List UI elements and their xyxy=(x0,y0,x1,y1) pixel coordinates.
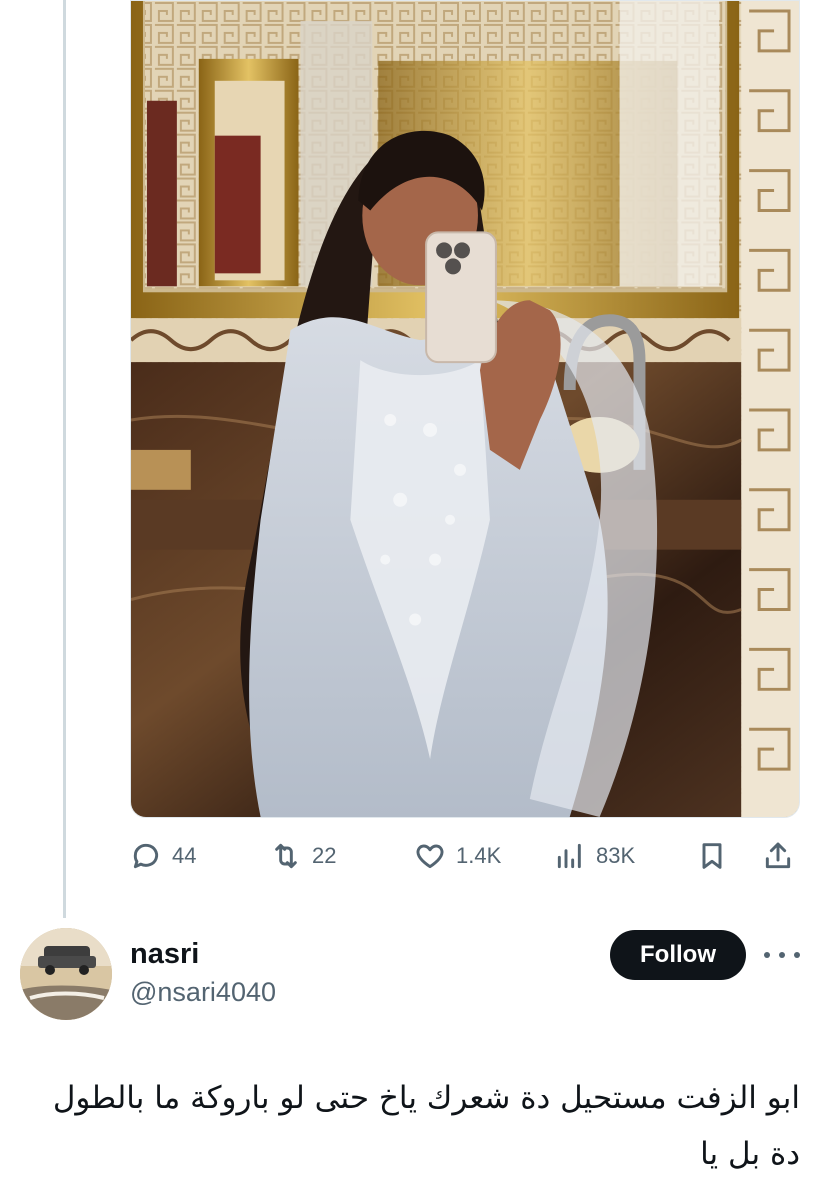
reply-header: nasri @nsari4040 Follow xyxy=(0,920,820,1030)
heart-icon xyxy=(416,844,444,869)
repost-button[interactable]: 22 xyxy=(270,836,336,876)
tweet-action-bar: 44 22 1.4K 83K xyxy=(130,836,800,876)
more-dot xyxy=(764,952,770,958)
selfie-photo-illustration xyxy=(131,1,799,817)
more-dot xyxy=(794,952,800,958)
tweet-photo[interactable] xyxy=(130,0,800,818)
reply-text: ابو الزفت مستحيل دة شعرك ياخ حتى لو بارو… xyxy=(52,1080,800,1172)
analytics-icon xyxy=(557,843,581,869)
more-options-icon[interactable] xyxy=(764,942,800,968)
share-icon xyxy=(765,842,791,869)
thread-connector-line xyxy=(63,0,66,918)
share-button[interactable] xyxy=(762,836,794,876)
bookmark-icon xyxy=(702,843,722,869)
reply-handle[interactable]: @nsari4040 xyxy=(130,977,276,1008)
reply-button[interactable]: 44 xyxy=(130,836,196,876)
reply-count: 44 xyxy=(172,843,197,868)
avatar-car-image xyxy=(20,928,112,1020)
reply-icon xyxy=(133,843,159,869)
repost-icon xyxy=(275,843,297,869)
views-count: 83K xyxy=(596,843,636,868)
like-button[interactable]: 1.4K xyxy=(414,836,501,876)
follow-button[interactable]: Follow xyxy=(610,930,746,980)
repost-count: 22 xyxy=(312,843,337,868)
views-button[interactable]: 83K xyxy=(554,836,635,876)
reply-display-name[interactable]: nasri xyxy=(130,938,199,971)
like-count: 1.4K xyxy=(456,843,502,868)
avatar[interactable] xyxy=(20,928,112,1020)
more-dot xyxy=(779,952,785,958)
bookmark-button[interactable] xyxy=(696,836,728,876)
